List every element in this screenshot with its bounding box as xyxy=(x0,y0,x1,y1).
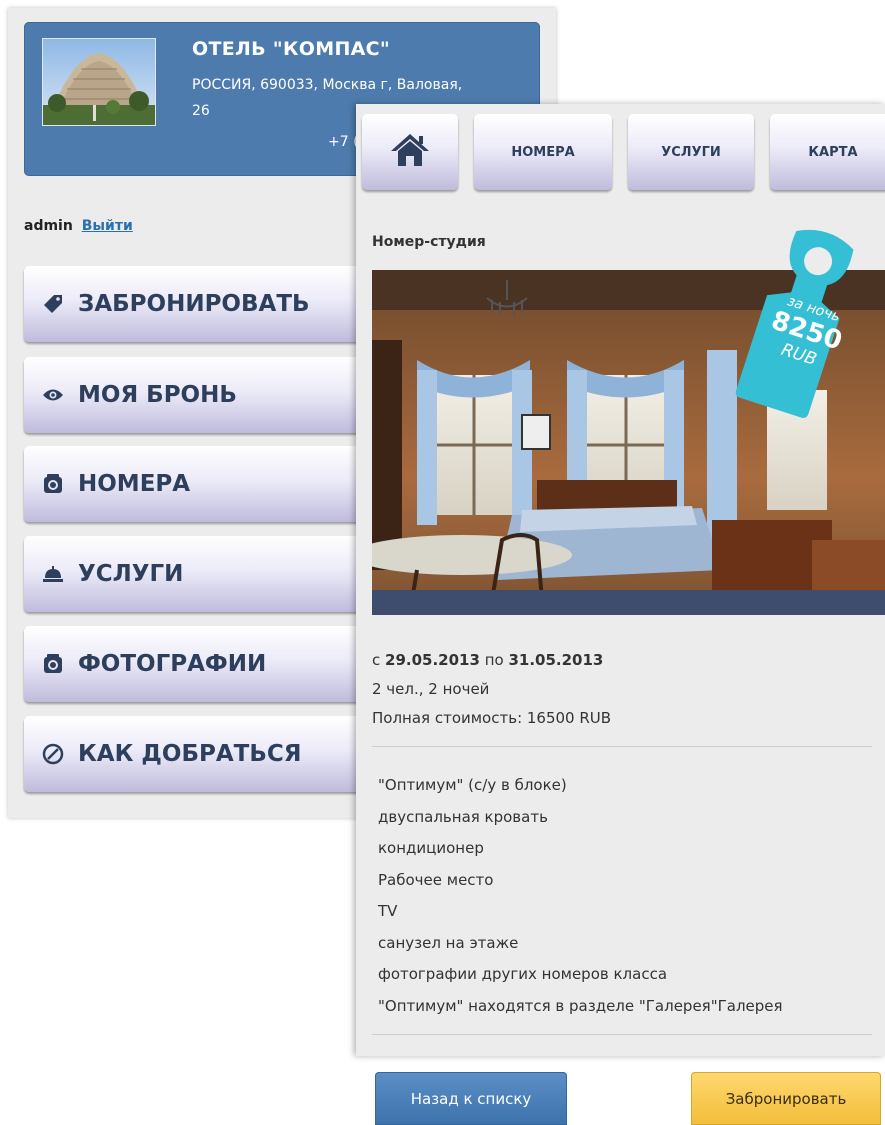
nav-label: НОМЕРА xyxy=(511,144,575,160)
compass-icon xyxy=(40,743,66,765)
home-icon xyxy=(390,132,430,172)
booking-guests: 2 чел., 2 ночей xyxy=(372,680,490,698)
nav-label: КАРТА xyxy=(808,144,858,160)
user-line: admin Выйти xyxy=(24,218,133,234)
feature-item: двуспальная кровать xyxy=(378,807,548,826)
feature-item: TV xyxy=(378,902,398,920)
room-detail-screen: НОМЕРА УСЛУГИ КАРТА Номер-студия за ночь… xyxy=(356,104,885,1056)
menu-label: НОМЕРА xyxy=(78,471,191,497)
feature-item: "Оптимум" находятся в разделе "Галерея"Г… xyxy=(378,996,783,1015)
date-from: 29.05.2013 xyxy=(385,651,480,669)
tag-icon xyxy=(40,293,66,315)
username: admin xyxy=(24,218,73,234)
room-title: Номер-студия xyxy=(372,234,486,250)
menu-label: УСЛУГИ xyxy=(78,561,184,587)
menu-label: МОЯ БРОНЬ xyxy=(78,382,237,408)
eye-icon xyxy=(40,387,66,403)
nav-label: УСЛУГИ xyxy=(661,144,721,160)
feature-item: кондиционер xyxy=(378,839,484,857)
feature-item: Рабочее место xyxy=(378,870,494,889)
booking-total: Полная стоимость: 16500 RUB xyxy=(372,709,612,727)
camera-icon xyxy=(40,473,66,495)
price-tag: за ночь 8250 RUB xyxy=(728,228,868,418)
divider xyxy=(372,1034,872,1035)
feature-item: фотографии других номеров класса xyxy=(378,965,668,983)
menu-rooms-button[interactable]: НОМЕРА xyxy=(24,446,384,522)
booking-dates: с 29.05.2013 по 31.05.2013 xyxy=(372,651,604,669)
date-to: 31.05.2013 xyxy=(508,651,604,669)
nav-map-button[interactable]: КАРТА xyxy=(770,114,885,190)
service-bell-icon xyxy=(40,565,66,583)
book-button[interactable]: Забронировать xyxy=(691,1072,881,1125)
menu-label: ФОТОГРАФИИ xyxy=(78,651,267,677)
feature-item: санузел на этаже xyxy=(378,933,519,952)
menu-services-button[interactable]: УСЛУГИ xyxy=(24,536,384,612)
nav-rooms-button[interactable]: НОМЕРА xyxy=(474,114,612,190)
menu-photos-button[interactable]: ФОТОГРАФИИ xyxy=(24,626,384,702)
booking-info: с 29.05.2013 по 31.05.2013 2 чел., 2 ноч… xyxy=(372,646,611,733)
room-features-list: "Оптимум" (с/у в блоке) двуспальная кров… xyxy=(378,770,783,1022)
camera-icon xyxy=(40,653,66,675)
hotel-name: ОТЕЛЬ "КОМПАС" xyxy=(192,38,391,60)
menu-book-button[interactable]: ЗАБРОНИРОВАТЬ xyxy=(24,266,384,342)
divider xyxy=(372,746,872,747)
back-to-list-button[interactable]: Назад к списку xyxy=(375,1072,567,1125)
nav-services-button[interactable]: УСЛУГИ xyxy=(628,114,754,190)
menu-label: КАК ДОБРАТЬСЯ xyxy=(78,741,302,767)
logout-link[interactable]: Выйти xyxy=(82,218,133,234)
home-button[interactable] xyxy=(362,114,458,190)
feature-item: "Оптимум" (с/у в блоке) xyxy=(378,776,567,794)
menu-my-booking-button[interactable]: МОЯ БРОНЬ xyxy=(24,357,384,433)
menu-label: ЗАБРОНИРОВАТЬ xyxy=(78,291,310,317)
menu-directions-button[interactable]: КАК ДОБРАТЬСЯ xyxy=(24,716,384,792)
hotel-thumbnail xyxy=(42,38,156,126)
